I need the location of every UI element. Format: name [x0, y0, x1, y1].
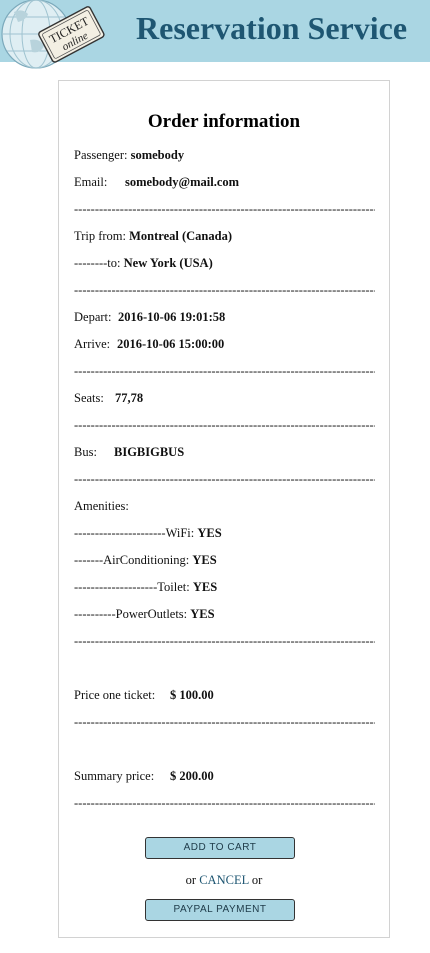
- separator: ----------------------------------------…: [74, 472, 375, 486]
- seats-value: 77,78: [115, 391, 144, 405]
- arrive-row: Arrive: 2016-10-06 15:00:00: [74, 337, 384, 352]
- amenity-row-toilet: --------------------Toilet: YES: [74, 580, 384, 595]
- separator: ----------------------------------------…: [74, 283, 375, 297]
- amenity-label: ----------PowerOutlets:: [74, 607, 188, 621]
- cancel-link[interactable]: CANCEL: [199, 873, 249, 887]
- amenity-value: YES: [192, 553, 217, 567]
- trip-to-value: New York (USA): [123, 256, 213, 270]
- amenity-value: YES: [192, 580, 218, 594]
- trip-from-label: Trip from:: [74, 229, 126, 243]
- bus-value: BIGBIGBUS: [114, 445, 185, 459]
- site-title: Reservation Service: [136, 10, 408, 46]
- arrive-label: Arrive:: [74, 337, 111, 351]
- separator: ----------------------------------------…: [74, 418, 375, 432]
- amenity-value: YES: [190, 607, 215, 621]
- or-prefix: or: [185, 873, 197, 887]
- depart-value: 2016-10-06 19:01:58: [118, 310, 226, 324]
- order-information-card: Order information Passenger: somebody Em…: [58, 80, 390, 938]
- amenities-label: Amenities:: [74, 499, 129, 513]
- separator: ----------------------------------------…: [74, 715, 375, 729]
- header-bar: TICKET online Reservation Service: [0, 0, 430, 69]
- separator: ----------------------------------------…: [74, 634, 375, 648]
- amenity-label: --------------------Toilet:: [74, 580, 190, 594]
- seats-label: Seats:: [74, 391, 104, 405]
- passenger-label: Passenger:: [74, 148, 128, 162]
- depart-label: Depart:: [74, 310, 112, 324]
- amenity-row-wifi: ----------------------WiFi: YES: [74, 526, 384, 541]
- price-label: Price one ticket:: [74, 688, 156, 702]
- or-suffix: or: [251, 873, 263, 887]
- amenity-value: YES: [197, 526, 222, 540]
- amenity-row-poweroutlets: ----------PowerOutlets: YES: [74, 607, 384, 622]
- order-title: Order information: [147, 111, 301, 132]
- price-value: $ 100.00: [170, 688, 214, 702]
- summary-value: $ 200.00: [170, 769, 214, 783]
- bus-row: Bus: BIGBIGBUS: [74, 445, 384, 460]
- amenity-label: -------AirConditioning:: [74, 553, 190, 567]
- trip-to-row: --------to: New York (USA): [74, 256, 384, 271]
- paypal-payment-button[interactable]: PAYPAL PAYMENT: [145, 899, 295, 921]
- email-label: Email:: [74, 175, 108, 189]
- passenger-row: Passenger: somebody: [74, 148, 384, 163]
- trip-from-value: Montreal (Canada): [129, 229, 232, 243]
- trip-from-row: Trip from: Montreal (Canada): [74, 229, 384, 244]
- passenger-value: somebody: [130, 148, 185, 162]
- separator: ----------------------------------------…: [74, 202, 375, 216]
- add-to-cart-button[interactable]: ADD TO CART: [145, 837, 295, 859]
- trip-to-label: --------to:: [74, 256, 121, 270]
- separator: ----------------------------------------…: [74, 364, 375, 378]
- email-row: Email: somebody@mail.com: [74, 175, 384, 190]
- amenity-row-airconditioning: -------AirConditioning: YES: [74, 553, 384, 568]
- arrive-value: 2016-10-06 15:00:00: [117, 337, 225, 351]
- or-cancel-line: or CANCEL or: [59, 873, 389, 888]
- summary-label: Summary price:: [74, 769, 155, 783]
- summary-row: Summary price: $ 200.00: [74, 769, 384, 784]
- depart-row: Depart: 2016-10-06 19:01:58: [74, 310, 384, 325]
- separator: ----------------------------------------…: [74, 796, 375, 810]
- email-value: somebody@mail.com: [125, 175, 240, 189]
- price-row: Price one ticket: $ 100.00: [74, 688, 384, 703]
- seats-row: Seats: 77,78: [74, 391, 384, 406]
- amenity-label: ----------------------WiFi:: [74, 526, 195, 540]
- bus-label: Bus:: [74, 445, 97, 459]
- ticket-online-globe-logo[interactable]: TICKET online: [0, 0, 110, 75]
